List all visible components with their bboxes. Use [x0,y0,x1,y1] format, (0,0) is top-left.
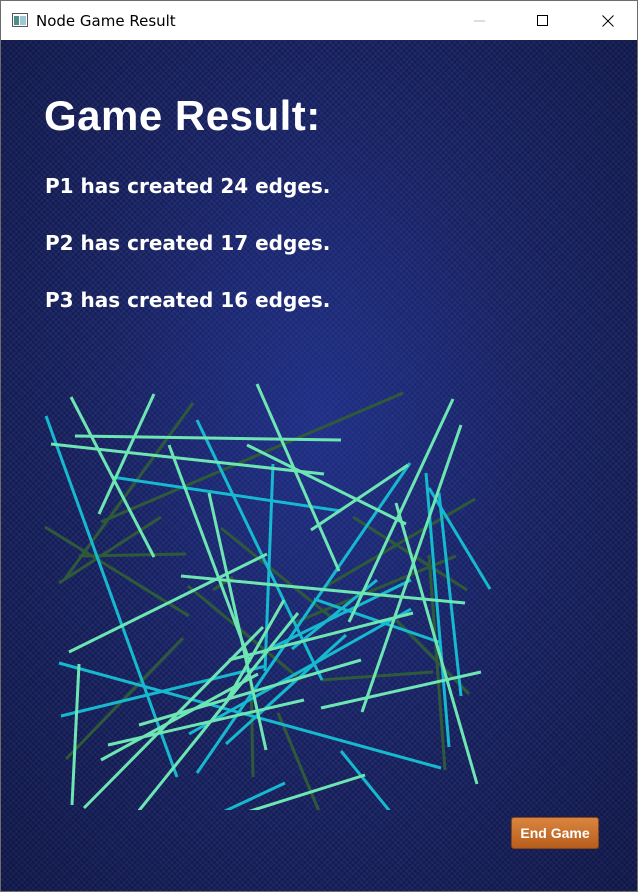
p1-edges [50,383,482,810]
result-p1: P1 has created 24 edges. [45,174,331,198]
edge-line [347,398,455,623]
page-title: Game Result: [44,92,321,139]
app-window: Node Game Result Game Result: P1 has cre… [0,0,638,892]
window-title: Node Game Result [36,12,176,30]
edge-line [68,552,268,654]
edge-line [50,442,325,476]
maximize-button[interactable] [520,1,566,40]
edge-line [223,781,286,810]
edge-line [427,487,492,590]
result-p2: P2 has created 17 edges. [45,231,331,255]
edge-line [220,526,333,620]
close-button[interactable] [585,1,631,40]
maximize-icon [537,14,548,26]
edge-line [320,670,434,682]
p3-edges [44,391,476,810]
result-p3: P3 has created 16 edges. [45,288,331,312]
minimize-icon [474,20,485,21]
edge-line [228,611,414,662]
close-icon [602,14,614,27]
edge-graph [44,383,492,810]
edge-line [58,515,162,585]
end-game-button[interactable]: End Game [511,817,599,849]
edge-line [188,607,412,736]
minimize-button[interactable] [457,1,503,40]
title-bar[interactable]: Node Game Result [1,1,637,40]
edge-line [70,663,81,806]
edge-line [313,597,440,644]
result-panel: Game Result: P1 has created 24 edges. P2… [1,40,637,891]
window-app-icon [12,13,28,27]
